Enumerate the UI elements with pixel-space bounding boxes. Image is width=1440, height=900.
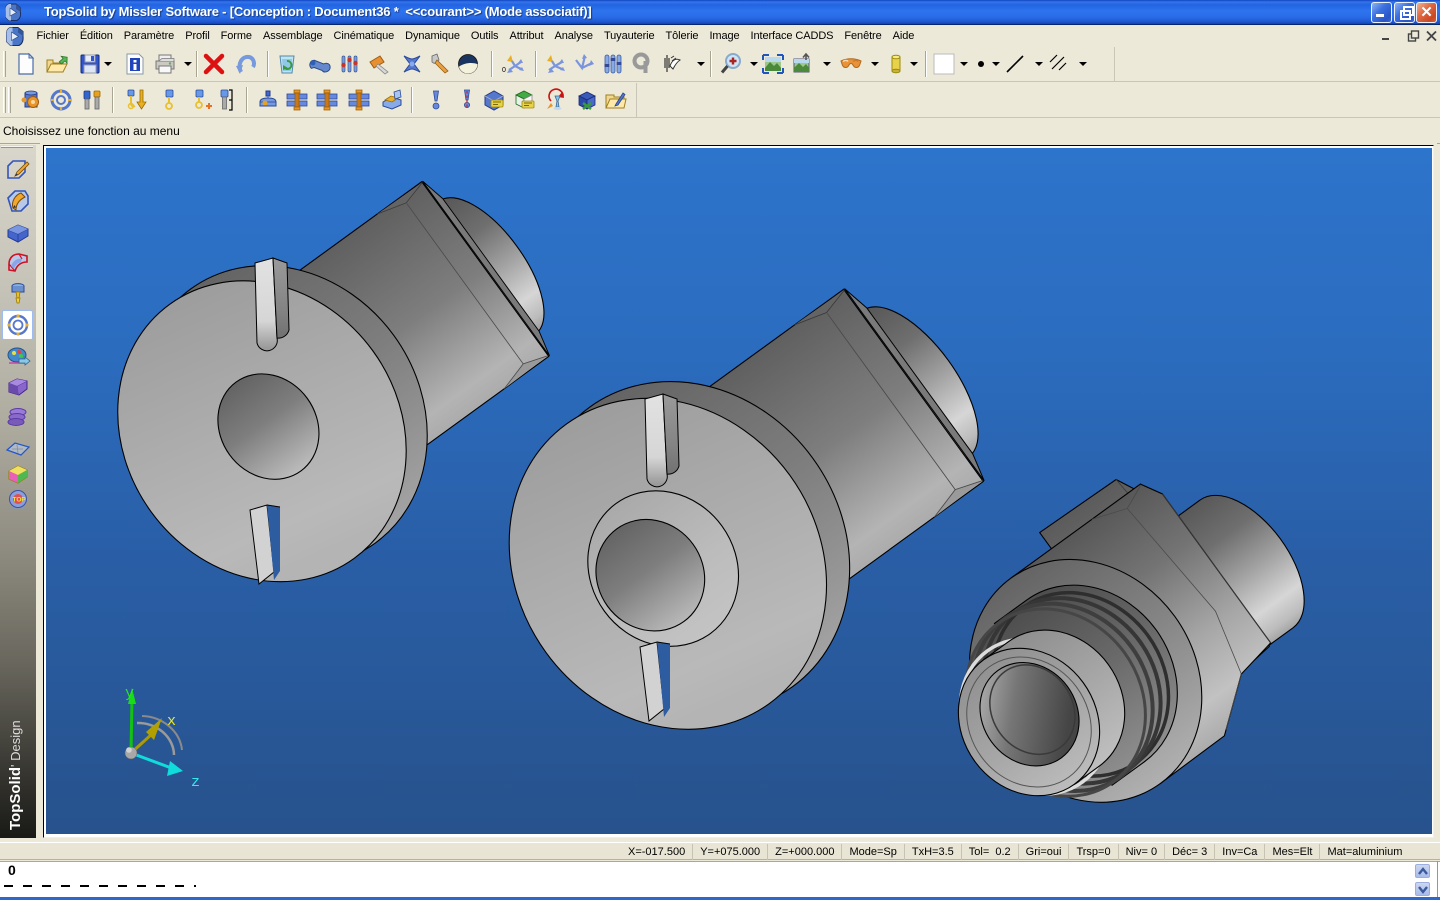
svg-text:z: z — [191, 774, 200, 791]
svg-text:0: 0 — [502, 67, 506, 74]
svg-text:TOP: TOP — [13, 497, 27, 504]
svg-text:y: y — [125, 685, 134, 702]
svg-text:x: x — [167, 713, 176, 730]
